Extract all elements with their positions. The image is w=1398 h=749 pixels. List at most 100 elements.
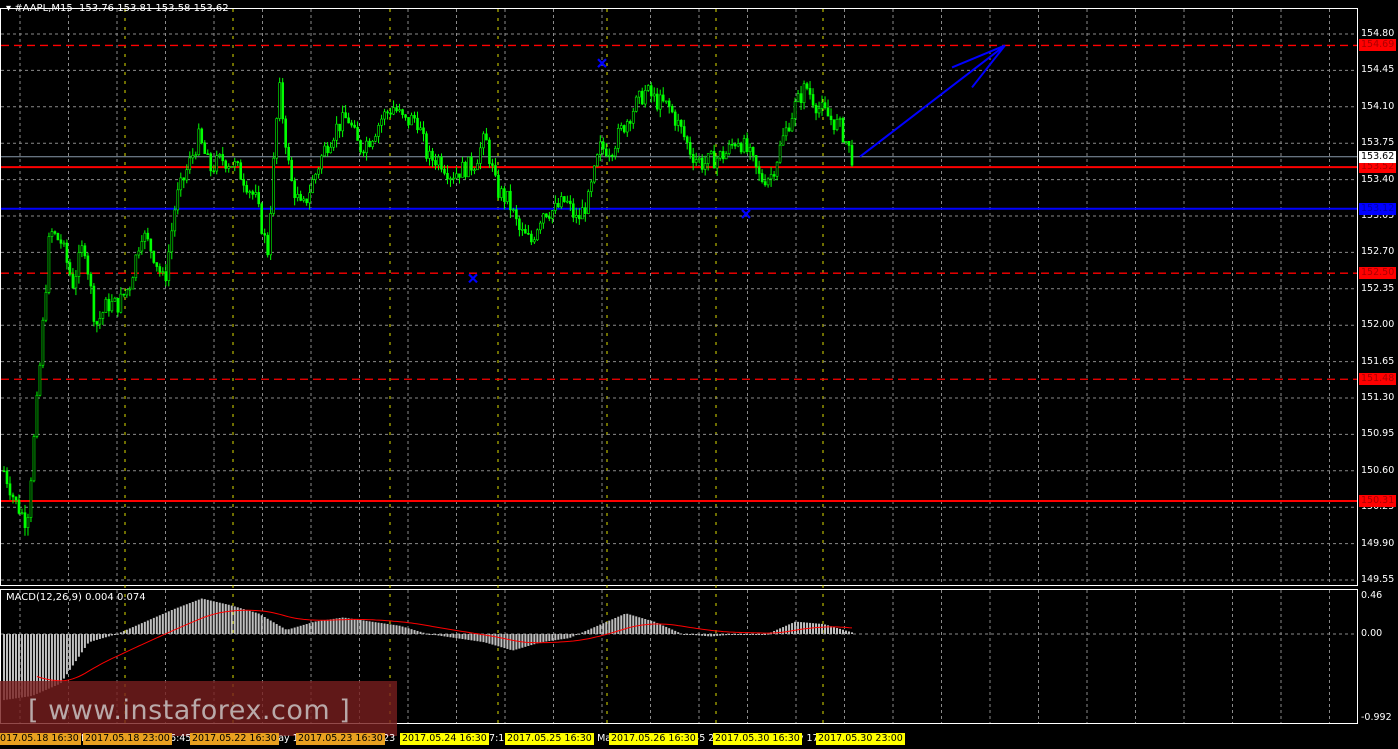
- macd-bar: [836, 627, 839, 634]
- candle-body: [74, 276, 78, 289]
- macd-bar: [323, 620, 326, 634]
- candle-body: [188, 157, 192, 171]
- candle-body: [263, 233, 266, 236]
- candle-body: [464, 161, 467, 178]
- macd-bar: [164, 612, 167, 634]
- candle-body: [287, 146, 290, 161]
- candle-body: [584, 207, 587, 214]
- candle-body: [14, 496, 18, 501]
- candle-body: [778, 144, 782, 163]
- macd-bar: [92, 634, 95, 641]
- macd-bar: [842, 629, 845, 634]
- price-panel-frame: [0, 8, 1358, 586]
- macd-bar: [230, 605, 233, 634]
- time-label: 2017.05.22 16:30: [190, 733, 279, 745]
- macd-bar: [593, 627, 596, 634]
- candle-body: [185, 169, 189, 181]
- macd-bar: [446, 634, 449, 637]
- macd-bar: [365, 620, 368, 634]
- macd-bar: [683, 634, 686, 635]
- candle-body: [173, 209, 177, 232]
- macd-bar: [182, 605, 185, 634]
- candle-body: [149, 238, 153, 252]
- macd-bar: [812, 623, 815, 634]
- candle-body: [655, 93, 659, 110]
- candle-body: [673, 111, 677, 126]
- candle-body: [473, 169, 476, 172]
- candle-body: [712, 151, 716, 169]
- macd-bar: [437, 634, 440, 636]
- candle-body: [215, 155, 219, 172]
- candle-body: [377, 125, 380, 137]
- macd-bar: [632, 615, 635, 634]
- candle-body: [793, 101, 797, 119]
- candle-body: [625, 121, 629, 133]
- macd-bar: [689, 634, 692, 635]
- level-tag: 151.48: [1359, 373, 1396, 386]
- macd-bar: [680, 633, 683, 635]
- macd-bar: [794, 621, 797, 634]
- candle-body: [598, 141, 602, 155]
- macd-bar: [434, 634, 437, 636]
- candle-body: [86, 255, 90, 275]
- candle-body: [503, 188, 506, 202]
- price-tick: 153.75: [1361, 137, 1395, 149]
- macd-bar: [818, 623, 821, 634]
- candle-body: [212, 170, 216, 173]
- macd-bar: [128, 628, 131, 634]
- macd-bar: [281, 627, 284, 634]
- macd-bar: [191, 601, 194, 634]
- time-label: 2017.05.24 16:30: [400, 733, 489, 745]
- macd-bar: [107, 634, 110, 637]
- candle-body: [284, 118, 287, 148]
- macd-bar: [686, 634, 689, 635]
- macd-bar: [527, 634, 530, 646]
- candle-body: [362, 151, 365, 154]
- macd-bar: [698, 634, 701, 636]
- macd-bar: [848, 631, 851, 634]
- macd-bar: [536, 634, 539, 644]
- candle-body: [494, 165, 497, 176]
- macd-bar: [713, 634, 716, 637]
- candle-body: [242, 179, 246, 186]
- candle-body: [80, 245, 84, 253]
- candle-body: [452, 177, 455, 180]
- candle-body: [425, 133, 428, 159]
- candle-body: [329, 146, 332, 154]
- macd-bar: [110, 634, 113, 636]
- candle-body: [200, 128, 204, 144]
- candle-body: [799, 93, 803, 104]
- candle-body: [844, 141, 848, 143]
- candle-body: [302, 198, 305, 201]
- candle-body: [631, 111, 635, 124]
- macd-bar: [398, 625, 401, 634]
- candle-body: [440, 156, 443, 170]
- candle-body: [518, 218, 521, 230]
- macd-bar: [77, 634, 80, 657]
- macd-bar: [668, 628, 671, 634]
- macd-bar: [278, 625, 281, 634]
- candle-body: [446, 173, 449, 180]
- macd-bar: [212, 601, 215, 634]
- macd-bar: [503, 634, 506, 649]
- candle-body: [275, 118, 278, 159]
- level-tag: 154.69: [1359, 39, 1396, 52]
- macd-bar: [581, 632, 584, 634]
- level-tag: 152.50: [1359, 267, 1396, 280]
- macd-bar: [101, 634, 104, 639]
- candle-body: [308, 192, 311, 204]
- macd-bar: [605, 621, 608, 634]
- candle-body: [83, 245, 87, 257]
- candle-body: [575, 215, 578, 218]
- chart-header: ▾ #AAPL,M15 153.76 153.81 153.58 153.62: [6, 3, 229, 14]
- price-tick: 150.95: [1361, 428, 1395, 440]
- candle-body: [748, 147, 752, 152]
- macd-bar: [797, 621, 800, 634]
- candle-body: [209, 153, 213, 172]
- candle-body: [527, 232, 530, 235]
- macd-bar: [68, 634, 71, 670]
- macd-bar: [749, 634, 752, 635]
- candle-body: [11, 494, 15, 498]
- price-chart[interactable]: [0, 0, 1398, 749]
- x-marker: [741, 209, 751, 219]
